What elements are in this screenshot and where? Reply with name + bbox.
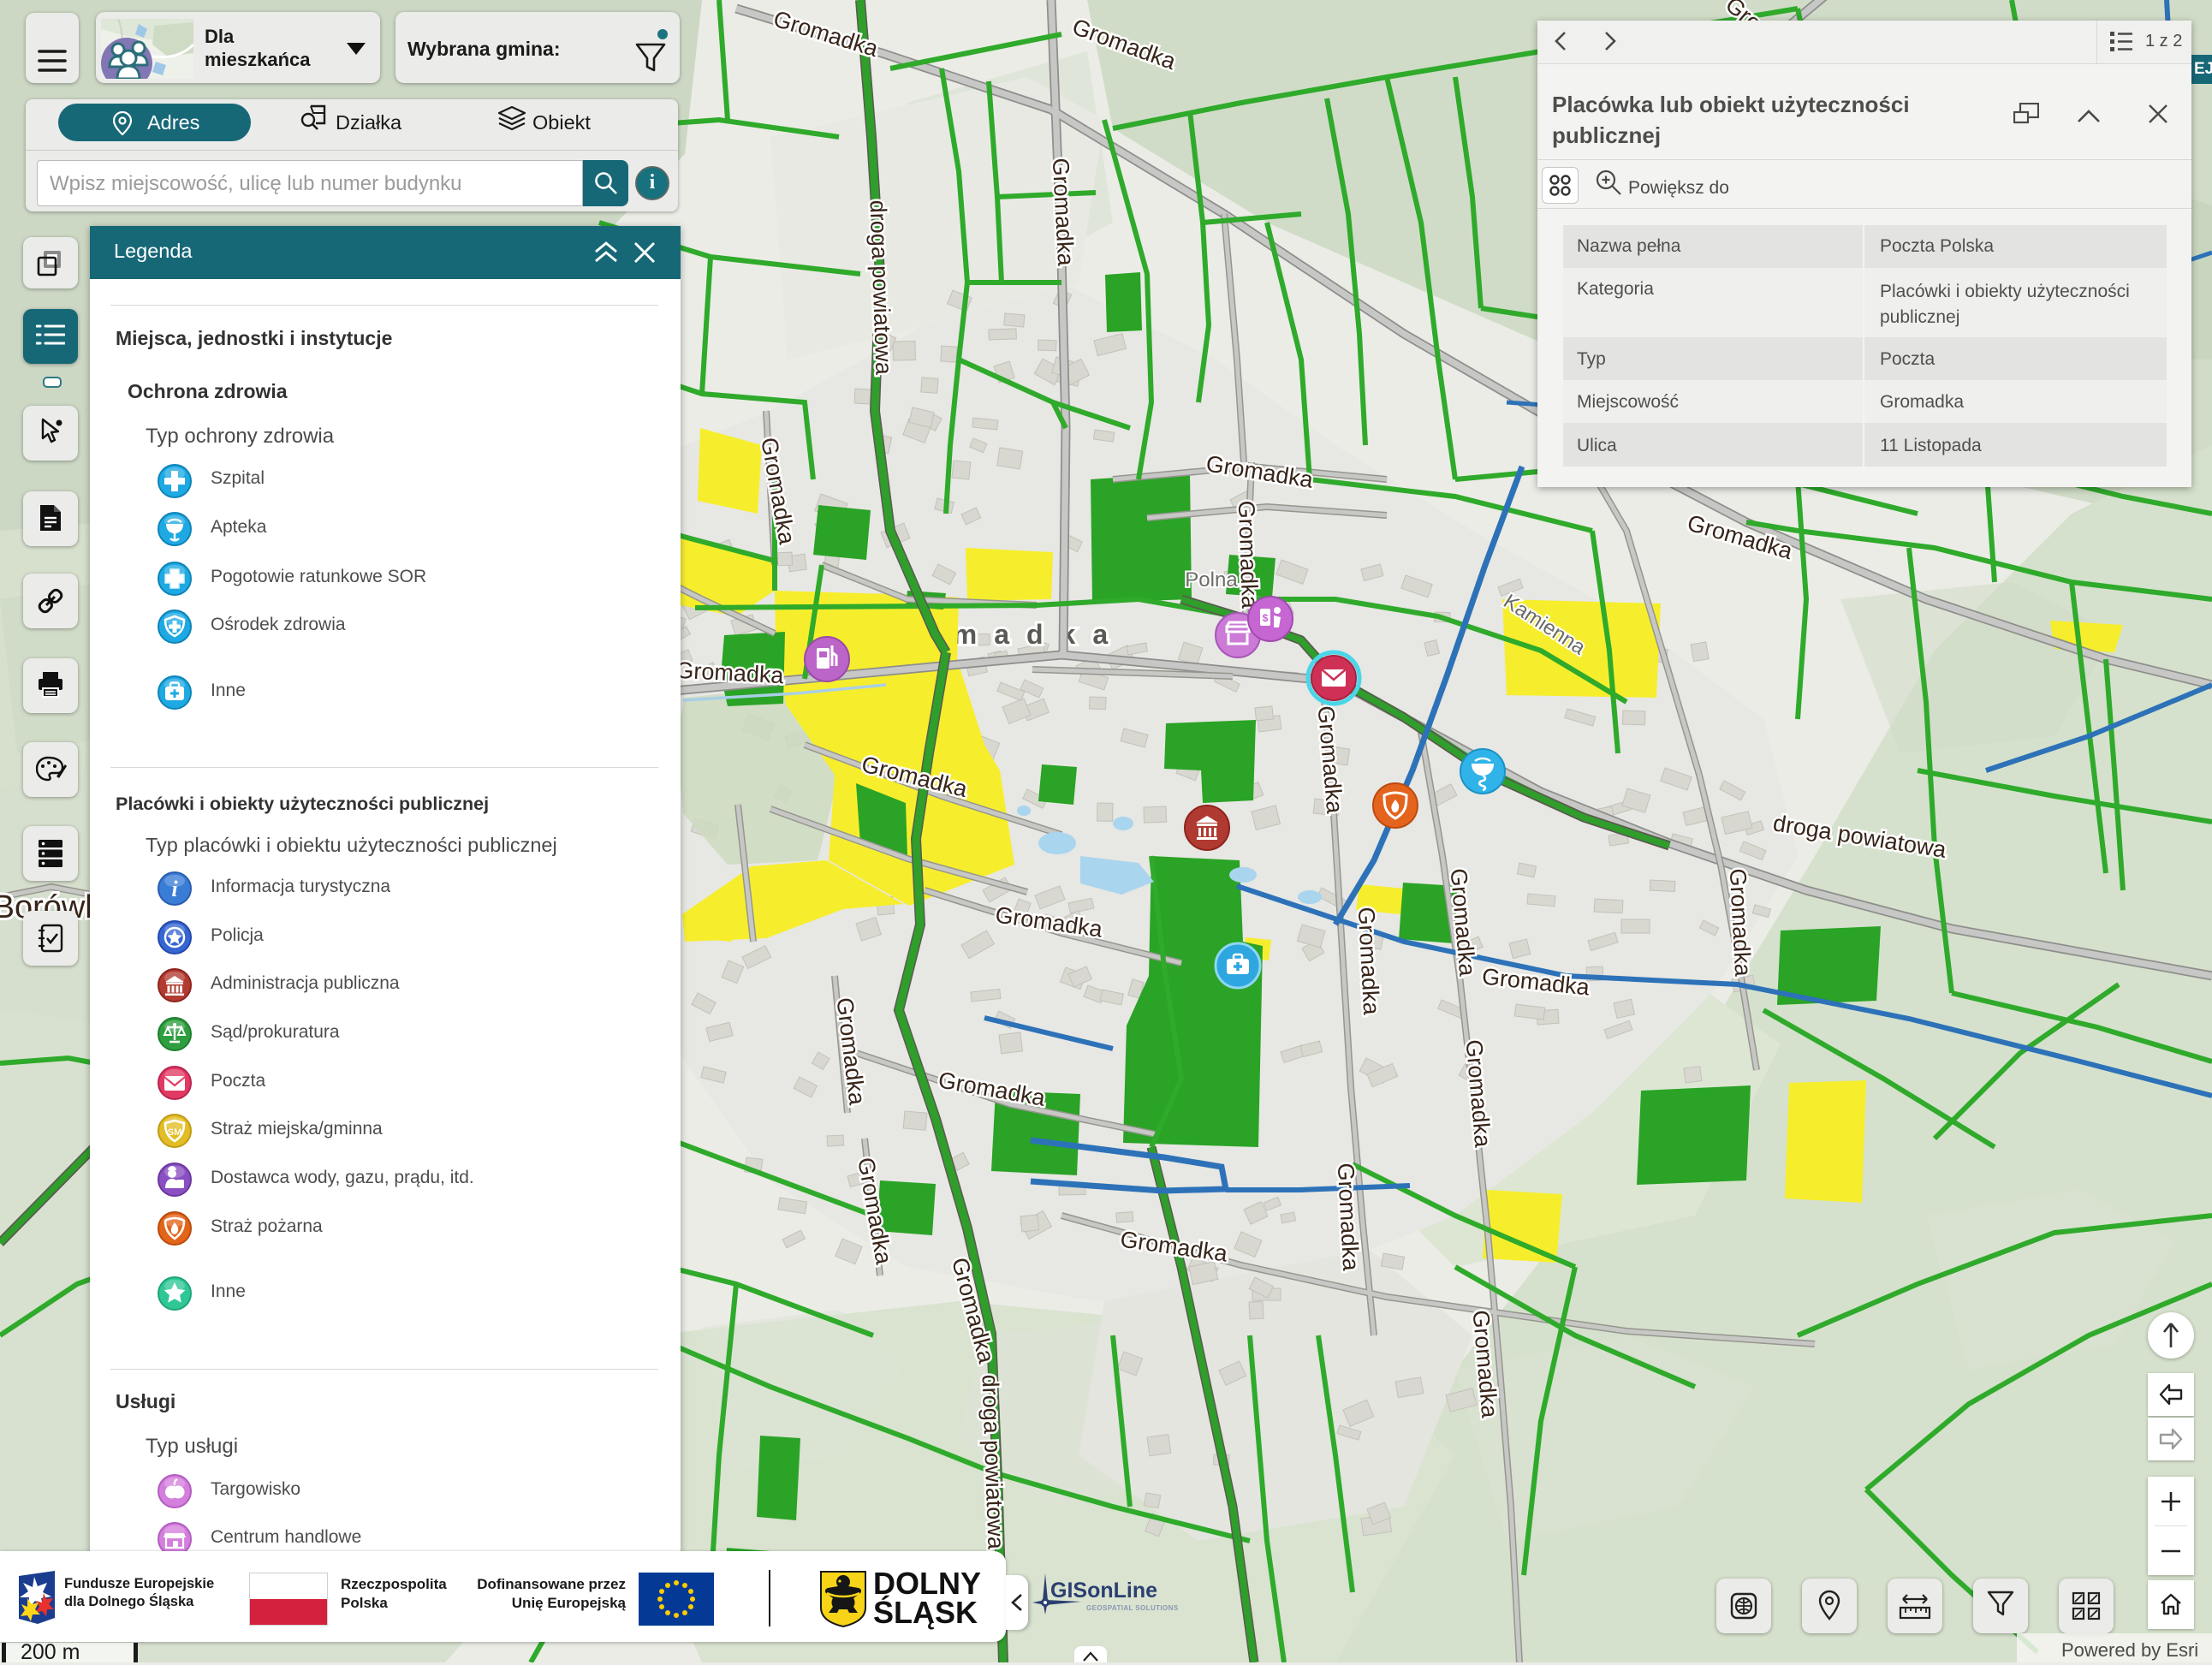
- svg-text:GISonLine: GISonLine: [1050, 1579, 1157, 1603]
- svg-text:$: $: [1263, 612, 1269, 624]
- svg-text:Gromadka: Gromadka: [1234, 500, 1263, 610]
- svg-text:Polna: Polna: [1185, 568, 1238, 592]
- svg-text:GEOSPATIAL SOLUTIONS: GEOSPATIAL SOLUTIONS: [1086, 1604, 1179, 1612]
